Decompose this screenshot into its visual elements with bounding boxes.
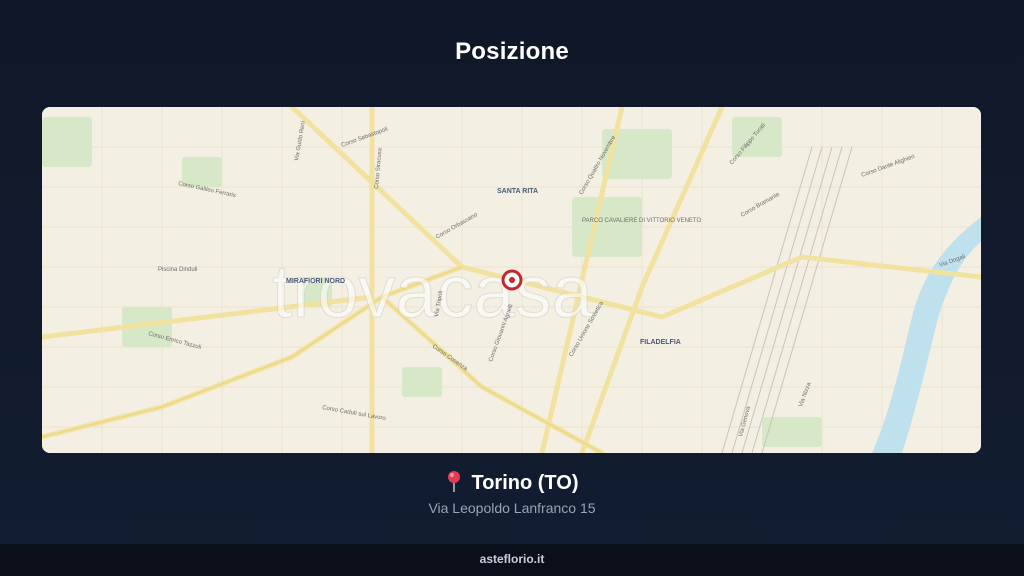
district-label-filadelfia: FILADELFIA xyxy=(640,339,681,346)
location-city: Torino (TO) xyxy=(471,472,579,494)
page: Posizione trovacasa SANTA RITA MIRAFIORI… xyxy=(0,0,1024,576)
park-label: PARCO CAVALIERE DI VITTORIO VENETO xyxy=(582,218,701,224)
page-title: Posizione xyxy=(455,38,569,65)
district-label-mirafiori: MIRAFIORI NORD xyxy=(286,278,345,285)
footer: asteflorio.it xyxy=(0,544,1024,576)
pool-label: Piscina Dinduli xyxy=(158,267,197,273)
map-view[interactable]: trovacasa SANTA RITA MIRAFIORI NORD FILA… xyxy=(42,107,981,453)
location-row: Torino (TO) xyxy=(0,470,1024,495)
footer-site-link[interactable]: asteflorio.it xyxy=(480,552,545,566)
district-label-santa-rita: SANTA RITA xyxy=(497,188,538,195)
location-address: Via Leopoldo Lanfranco 15 xyxy=(428,500,596,516)
map-canvas[interactable]: trovacasa SANTA RITA MIRAFIORI NORD FILA… xyxy=(42,107,981,453)
location-marker-icon[interactable] xyxy=(501,269,523,291)
map-watermark: trovacasa xyxy=(272,250,594,333)
map-pin-icon xyxy=(448,471,461,492)
